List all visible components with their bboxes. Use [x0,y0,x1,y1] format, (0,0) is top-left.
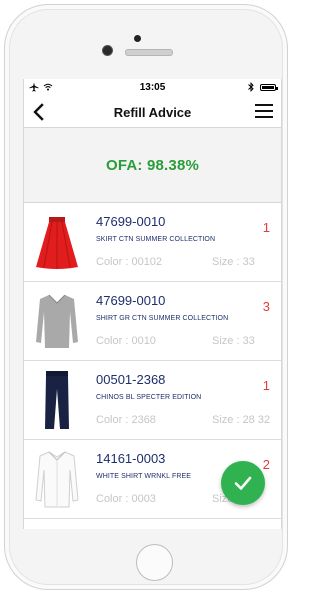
grey-sweater-image [36,294,78,348]
product-size: Size : 33 [212,335,255,347]
refill-quantity: 2 [262,457,270,472]
nav-bar: Refill Advice [24,97,281,128]
menu-button[interactable] [255,104,273,120]
page-title: Refill Advice [113,105,192,120]
status-time: 13:05 [139,82,166,93]
product-description: SHIRT GR CTN SUMMER COLLECTION [96,315,229,322]
product-sku: 47699-0010 [96,214,166,229]
list-item[interactable]: 47699-0010 SHIRT GR CTN SUMMER COLLECTIO… [24,282,281,361]
product-sku: 47699-0010 [96,293,166,308]
proximity-sensor [134,35,141,42]
product-description: WHITE SHIRT WRNKL FREE [96,473,192,480]
list-item[interactable]: 00501-2368 CHINOS BL SPECTER EDITION Col… [24,361,281,440]
confirm-button[interactable] [221,461,265,505]
earpiece-speaker [125,49,173,56]
product-sku: 14161-0003 [96,451,166,466]
hamburger-menu-icon-line [255,116,273,118]
refill-quantity: 1 [262,378,270,393]
product-size: Size : 28 32 [212,414,271,426]
product-color: Color : 0010 [96,335,156,347]
app-screen: 13:05 Refill Advice OFA: 98.38% 47699-00… [23,79,282,529]
refill-quantity: 1 [262,220,270,235]
bluetooth-icon [248,82,254,92]
checkmark-icon [234,476,252,490]
list-item[interactable]: 47699-0010 SKIRT CTN SUMMER COLLECTION C… [24,203,281,282]
ofa-value: OFA: 98.38% [105,156,200,174]
product-description: CHINOS BL SPECTER EDITION [96,394,202,401]
white-shirt-image [35,451,79,508]
ofa-summary-panel: OFA: 98.38% [24,128,281,203]
refill-quantity: 3 [262,299,270,314]
status-right [248,82,278,92]
front-camera [102,45,113,56]
product-color: Color : 0003 [96,493,156,505]
product-color: Color : 00102 [96,256,163,268]
battery-icon [260,83,278,91]
product-sku: 00501-2368 [96,372,166,387]
hamburger-menu-icon-line [255,110,273,112]
home-button[interactable] [136,544,173,581]
navy-chinos-image [45,371,69,429]
hamburger-menu-icon-line [255,104,273,106]
product-description: SKIRT CTN SUMMER COLLECTION [96,236,216,243]
product-color: Color : 2368 [96,414,156,426]
product-size: Size : 33 [212,256,255,268]
red-skirt-image [36,217,78,269]
status-bar: 13:05 [24,79,281,97]
